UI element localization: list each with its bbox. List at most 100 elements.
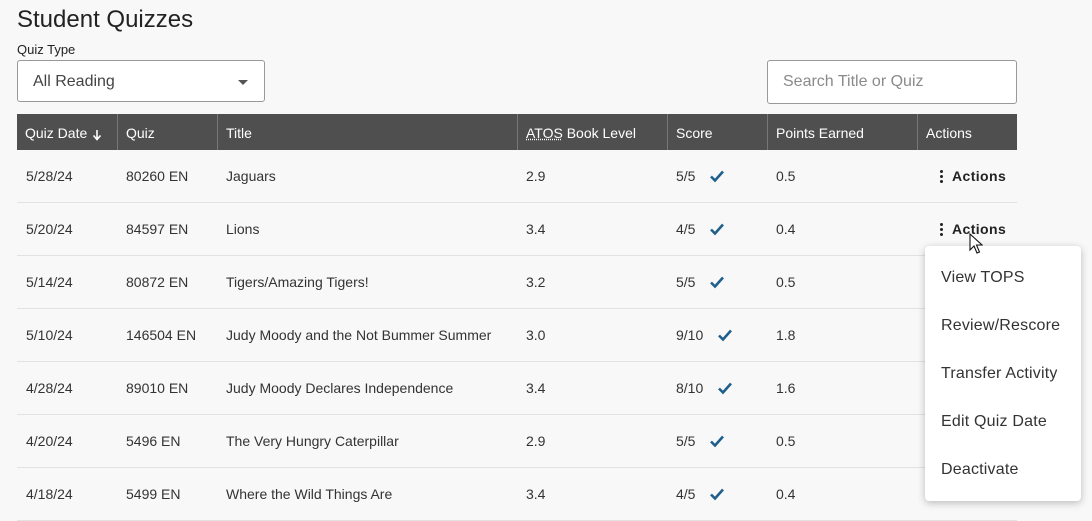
row-actions-button[interactable]: Actions bbox=[926, 168, 1006, 184]
book-level-cell: 3.4 bbox=[517, 380, 667, 396]
table-row: 4/28/24 89010 EN Judy Moody Declares Indep… bbox=[17, 362, 1017, 415]
book-level-cell-text: 3.4 bbox=[526, 486, 546, 502]
quiz-type-selected-value: All Reading bbox=[33, 73, 115, 90]
quiz-date-cell-text: 4/18/24 bbox=[26, 486, 73, 502]
column-header-label: Quiz bbox=[126, 125, 155, 141]
column-header-score[interactable]: Score bbox=[667, 114, 767, 150]
checkmark-icon bbox=[710, 170, 725, 183]
quiz-number-cell: 80260 EN bbox=[117, 168, 217, 184]
column-header-label: Book Level bbox=[562, 125, 636, 141]
score-cell-text: 5/5 bbox=[676, 274, 696, 290]
points-earned-cell-text: 0.4 bbox=[776, 221, 796, 237]
quiz-date-cell: 5/28/24 bbox=[17, 168, 117, 184]
title-cell-text: The Very Hungry Caterpillar bbox=[226, 433, 399, 449]
quiz-date-cell: 4/18/24 bbox=[17, 486, 117, 502]
quiz-date-cell: 5/20/24 bbox=[17, 221, 117, 237]
points-earned-cell: 0.5 bbox=[767, 168, 917, 184]
quiz-date-cell-text: 5/14/24 bbox=[26, 274, 73, 290]
menu-item-view-tops[interactable]: View TOPS bbox=[925, 254, 1081, 302]
points-earned-cell-text: 1.6 bbox=[776, 380, 796, 396]
score-cell: 8/10 bbox=[667, 380, 767, 396]
quiz-number-cell-text: 5499 EN bbox=[126, 486, 181, 502]
atos-abbreviation: ATOS bbox=[526, 125, 563, 141]
actions-menu: View TOPS Review/Rescore Transfer Activity… bbox=[925, 246, 1081, 501]
quiz-number-cell: 146504 EN bbox=[117, 327, 217, 343]
book-level-cell: 3.0 bbox=[517, 327, 667, 343]
column-header-book-level[interactable]: ATOS Book Level bbox=[517, 114, 667, 150]
table-row: 5/14/24 80872 EN Tigers/Amazing Tigers! 3.2… bbox=[17, 256, 1017, 309]
menu-item-review-rescore[interactable]: Review/Rescore bbox=[925, 302, 1081, 350]
search-input[interactable] bbox=[767, 60, 1017, 104]
title-cell: The Very Hungry Caterpillar bbox=[217, 433, 517, 449]
title-cell-text: Judy Moody Declares Independence bbox=[226, 380, 454, 396]
checkmark-icon bbox=[718, 329, 733, 342]
quiz-type-select[interactable]: All Reading bbox=[17, 60, 265, 102]
quiz-date-cell: 5/14/24 bbox=[17, 274, 117, 290]
quiz-number-cell-text: 80260 EN bbox=[126, 168, 189, 184]
quiz-date-cell: 4/20/24 bbox=[17, 433, 117, 449]
column-header-label: Title bbox=[226, 125, 252, 141]
title-cell-text: Where the Wild Things Are bbox=[226, 486, 393, 502]
column-header-label: Actions bbox=[926, 125, 972, 141]
column-header-actions: Actions bbox=[917, 114, 1017, 150]
table-row: 5/28/24 80260 EN Jaguars 2.9 5/5 0.5 Actions bbox=[17, 150, 1017, 203]
book-level-cell: 2.9 bbox=[517, 433, 667, 449]
score-cell: 5/5 bbox=[667, 274, 767, 290]
score-cell: 5/5 bbox=[667, 433, 767, 449]
checkmark-icon bbox=[710, 435, 725, 448]
title-cell: Judy Moody and the Not Bummer Summer bbox=[217, 327, 517, 343]
title-cell: Judy Moody Declares Independence bbox=[217, 380, 517, 396]
table-header: Quiz Date Quiz Title ATOS Book Level Sco… bbox=[17, 114, 1017, 150]
book-level-cell: 3.4 bbox=[517, 486, 667, 502]
points-earned-cell-text: 0.4 bbox=[776, 486, 796, 502]
table-body: 5/28/24 80260 EN Jaguars 2.9 5/5 0.5 Actions 5/… bbox=[17, 150, 1017, 521]
column-header-label: Points Earned bbox=[776, 125, 864, 141]
book-level-cell-text: 3.0 bbox=[526, 327, 546, 343]
column-header-quiz-date[interactable]: Quiz Date bbox=[17, 114, 117, 150]
column-header-points-earned[interactable]: Points Earned bbox=[767, 114, 917, 150]
quiz-date-cell-text: 5/10/24 bbox=[26, 327, 73, 343]
checkmark-icon bbox=[718, 382, 733, 395]
column-header-label: Quiz Date bbox=[25, 125, 88, 141]
quiz-date-cell-text: 4/20/24 bbox=[26, 433, 73, 449]
quiz-number-cell-text: 146504 EN bbox=[126, 327, 197, 343]
title-cell-text: Tigers/Amazing Tigers! bbox=[226, 274, 369, 290]
points-earned-cell-text: 0.5 bbox=[776, 274, 796, 290]
book-level-cell: 2.9 bbox=[517, 168, 667, 184]
menu-item-edit-quiz-date[interactable]: Edit Quiz Date bbox=[925, 398, 1081, 446]
title-cell-text: Judy Moody and the Not Bummer Summer bbox=[226, 327, 492, 343]
points-earned-cell-text: 0.5 bbox=[776, 433, 796, 449]
row-actions-button[interactable]: Actions bbox=[926, 221, 1006, 237]
quiz-date-cell-text: 5/20/24 bbox=[26, 221, 73, 237]
score-cell-text: 4/5 bbox=[676, 221, 696, 237]
quiz-number-cell-text: 84597 EN bbox=[126, 221, 189, 237]
quiz-number-cell: 80872 EN bbox=[117, 274, 217, 290]
column-header-title[interactable]: Title bbox=[217, 114, 517, 150]
column-header-quiz[interactable]: Quiz bbox=[117, 114, 217, 150]
page-title: Student Quizzes bbox=[17, 6, 194, 33]
title-cell-text: Lions bbox=[226, 221, 260, 237]
menu-item-deactivate[interactable]: Deactivate bbox=[925, 446, 1081, 494]
caret-down-icon bbox=[238, 80, 248, 85]
book-level-cell-text: 2.9 bbox=[526, 433, 546, 449]
score-cell: 9/10 bbox=[667, 327, 767, 343]
points-earned-cell: 0.5 bbox=[767, 274, 917, 290]
title-cell: Tigers/Amazing Tigers! bbox=[217, 274, 517, 290]
points-earned-cell: 0.5 bbox=[767, 433, 917, 449]
quiz-date-cell: 5/10/24 bbox=[17, 327, 117, 343]
quiz-date-cell-text: 4/28/24 bbox=[26, 380, 73, 396]
quiz-date-cell: 4/28/24 bbox=[17, 380, 117, 396]
checkmark-icon bbox=[710, 488, 725, 501]
score-cell-text: 9/10 bbox=[676, 327, 704, 343]
quiz-number-cell: 84597 EN bbox=[117, 221, 217, 237]
book-level-cell: 3.4 bbox=[517, 221, 667, 237]
quiz-number-cell: 5496 EN bbox=[117, 433, 217, 449]
quiz-date-cell-text: 5/28/24 bbox=[26, 168, 73, 184]
points-earned-cell-text: 0.5 bbox=[776, 168, 796, 184]
menu-item-transfer-activity[interactable]: Transfer Activity bbox=[925, 350, 1081, 398]
score-cell-text: 4/5 bbox=[676, 486, 696, 502]
score-cell-text: 5/5 bbox=[676, 168, 696, 184]
mouse-pointer-icon bbox=[969, 233, 983, 254]
score-cell-text: 8/10 bbox=[676, 380, 704, 396]
table-row: 4/20/24 5496 EN The Very Hungry Caterpilla… bbox=[17, 415, 1017, 468]
